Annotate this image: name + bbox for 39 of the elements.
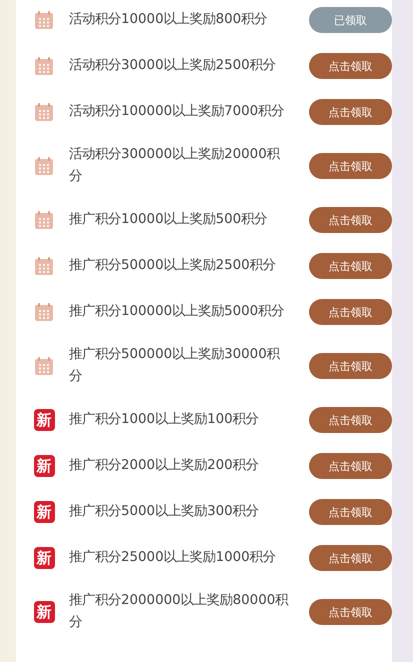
reward-text: 推广积分2000以上奖励200积分 — [69, 456, 260, 475]
reward-text: 推广积分100000以上奖励5000积分 — [69, 302, 286, 321]
calendar-icon — [35, 57, 53, 75]
calendar-icon — [35, 303, 53, 321]
calendar-icon — [35, 157, 53, 175]
claim-button[interactable]: 点击领取 — [309, 207, 392, 233]
claimed-button[interactable]: 已领取 — [309, 7, 392, 33]
claim-button[interactable]: 点击领取 — [309, 299, 392, 325]
new-badge: 新 — [34, 501, 54, 523]
claim-button[interactable]: 点击领取 — [309, 545, 392, 571]
claim-button[interactable]: 点击领取 — [309, 353, 392, 379]
reward-text: 活动积分30000以上奖励2500积分 — [69, 56, 277, 75]
claim-button[interactable]: 点击领取 — [309, 99, 392, 125]
new-badge: 新 — [34, 409, 54, 431]
claim-button[interactable]: 点击领取 — [309, 153, 392, 179]
reward-text: 推广积分10000以上奖励500积分 — [69, 210, 268, 229]
calendar-icon — [35, 211, 53, 229]
reward-text: 推广积分50000以上奖励2500积分 — [69, 256, 277, 275]
reward-text: 推广积分25000以上奖励1000积分 — [69, 548, 277, 567]
reward-text: 活动积分300000以上奖励20000积分 — [69, 146, 281, 186]
reward-text: 推广积分500000以上奖励30000积分 — [69, 346, 281, 386]
claim-button[interactable]: 点击领取 — [309, 499, 392, 525]
new-badge: 新 — [34, 601, 54, 623]
reward-text: 活动积分100000以上奖励7000积分 — [69, 102, 286, 121]
calendar-icon — [35, 357, 53, 375]
new-badge: 新 — [34, 455, 54, 477]
reward-text: 活动积分10000以上奖励800积分 — [69, 10, 268, 29]
reward-text: 推广积分2000000以上奖励80000积分 — [69, 592, 290, 632]
claim-button[interactable]: 点击领取 — [309, 253, 392, 279]
claim-button[interactable]: 点击领取 — [309, 407, 392, 433]
claim-button[interactable]: 点击领取 — [309, 53, 392, 79]
calendar-icon — [35, 11, 53, 29]
calendar-icon — [35, 103, 53, 121]
new-badge: 新 — [34, 547, 54, 569]
claim-button[interactable]: 点击领取 — [309, 599, 392, 625]
reward-text: 推广积分5000以上奖励300积分 — [69, 502, 260, 521]
claim-button[interactable]: 点击领取 — [309, 453, 392, 479]
calendar-icon — [35, 257, 53, 275]
reward-text: 推广积分1000以上奖励100积分 — [69, 410, 260, 429]
